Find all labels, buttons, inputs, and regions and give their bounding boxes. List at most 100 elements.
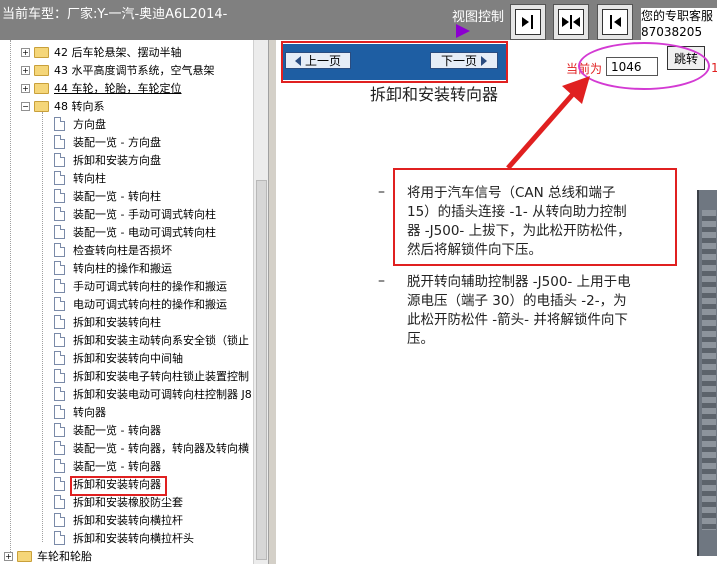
- nav-annotation-box: [281, 41, 508, 83]
- tree-item[interactable]: 拆卸和安装转向横拉杆头: [54, 529, 194, 547]
- tree-item[interactable]: 拆卸和安装电动可调转向柱控制器 J8: [54, 385, 252, 403]
- tree-item[interactable]: + 车轮和轮胎: [4, 547, 92, 565]
- expand-icon[interactable]: +: [4, 551, 13, 561]
- tree-item-label: 电动可调式转向柱的操作和搬运: [73, 298, 227, 311]
- tree-item-label: 42 后车轮悬架、摆动半轴: [54, 46, 182, 59]
- tree-item-label: 拆卸和安装电子转向柱锁止装置控制: [73, 370, 249, 383]
- tree-scrollbar[interactable]: [253, 40, 268, 564]
- bullet-marker: –: [378, 184, 385, 200]
- document-icon: [54, 243, 65, 257]
- step-annotation-box: [393, 168, 677, 266]
- document-icon: [54, 441, 65, 455]
- document-icon: [54, 387, 65, 401]
- tree-item[interactable]: 拆卸和安装转向柱: [54, 313, 161, 331]
- tree-item-label: 转向柱的操作和搬运: [73, 262, 172, 275]
- document-icon: [54, 459, 65, 473]
- tree-scrollbar-thumb[interactable]: [256, 180, 267, 560]
- tree-item-label: 43 水平高度调节系统，空气悬架: [54, 64, 215, 77]
- collapse-icon[interactable]: −: [21, 101, 30, 111]
- tree-item-label: 拆卸和安装转向柱: [73, 316, 161, 329]
- tree-item[interactable]: 装配一览 - 电动可调式转向柱: [54, 223, 216, 241]
- document-icon: [54, 405, 65, 419]
- support-line-1: 您的专职客服: [641, 9, 714, 23]
- document-icon: [54, 315, 65, 329]
- tree-item-label: 装配一览 - 转向柱: [73, 190, 161, 203]
- tree-item-label: 44 车轮，轮胎，车轮定位: [54, 82, 182, 95]
- expand-icon[interactable]: +: [21, 83, 30, 93]
- tree-item[interactable]: 装配一览 - 转向器: [54, 421, 161, 439]
- tree-item-label: 装配一览 - 电动可调式转向柱: [73, 226, 216, 239]
- arrows-inward-icon: [562, 15, 580, 29]
- tree-item[interactable]: 转向柱的操作和搬运: [54, 259, 172, 277]
- stray-red-text: 1: [711, 61, 717, 75]
- tree-item[interactable]: 拆卸和安装转向中间轴: [54, 349, 183, 367]
- tree-item[interactable]: +42 后车轮悬架、摆动半轴: [21, 43, 182, 61]
- tree-guide-line: [42, 112, 43, 542]
- document-icon: [54, 153, 65, 167]
- document-icon: [54, 135, 65, 149]
- view-collapse-right-button[interactable]: [597, 4, 633, 40]
- annotation-arrow-icon: [506, 76, 590, 170]
- tree-item-label: 装配一览 - 手动可调式转向柱: [73, 208, 216, 221]
- tree-item-label: 拆卸和安装转向中间轴: [73, 352, 183, 365]
- view-control-arrow-icon: [456, 24, 470, 38]
- tree-item-label: 转向柱: [73, 172, 106, 185]
- document-icon: [54, 207, 65, 221]
- tree-item[interactable]: − 48 转向系: [21, 97, 105, 115]
- tree-item[interactable]: 拆卸和安装方向盘: [54, 151, 161, 169]
- tree-item[interactable]: 拆卸和安装转向横拉杆: [54, 511, 183, 529]
- document-icon: [54, 531, 65, 545]
- tree-item-label: 拆卸和安装电动可调转向柱控制器 J8: [73, 388, 252, 401]
- tree-item-label: 拆卸和安装转向横拉杆: [73, 514, 183, 527]
- tree-item-label: 检查转向柱是否损坏: [73, 244, 172, 257]
- tree-item-label: 拆卸和安装橡胶防尘套: [73, 496, 183, 509]
- tree-item-label: 装配一览 - 转向器: [73, 424, 161, 437]
- folder-icon: [34, 46, 49, 58]
- document-icon: [54, 495, 65, 509]
- view-split-button[interactable]: [553, 4, 589, 40]
- tree-item[interactable]: 拆卸和安装主动转向系安全锁（锁止: [54, 331, 249, 349]
- tree-item[interactable]: 检查转向柱是否损坏: [54, 241, 172, 259]
- tree-item[interactable]: 装配一览 - 方向盘: [54, 133, 161, 151]
- tree-item[interactable]: 装配一览 - 手动可调式转向柱: [54, 205, 216, 223]
- step-2-line: 脱开转向辅助控制器 -J500- 上用于电: [407, 274, 631, 290]
- document-icon: [54, 189, 65, 203]
- expand-icon[interactable]: +: [21, 65, 30, 75]
- step-2-line: 压。: [407, 331, 434, 347]
- tree-guide-line: [10, 40, 11, 560]
- pane-splitter[interactable]: [268, 40, 276, 564]
- document-icon: [54, 261, 65, 275]
- tree-item-label: 装配一览 - 转向器: [73, 460, 161, 473]
- tree-item[interactable]: +43 水平高度调节系统，空气悬架: [21, 61, 215, 79]
- tree-item[interactable]: 手动可调式转向柱的操作和搬运: [54, 277, 227, 295]
- support-contact: 您的专职客服 87038205: [641, 8, 717, 40]
- tree-item[interactable]: 转向器: [54, 403, 106, 421]
- tree-item[interactable]: 方向盘: [54, 115, 106, 133]
- tree-item[interactable]: 电动可调式转向柱的操作和搬运: [54, 295, 227, 313]
- instruction-step-2: 脱开转向辅助控制器 -J500- 上用于电 源电压（端子 30）的电插头 -2-…: [407, 273, 631, 349]
- view-collapse-left-button[interactable]: [510, 4, 546, 40]
- document-icon: [54, 369, 65, 383]
- tree-item[interactable]: 转向柱: [54, 169, 106, 187]
- tree-item-label: 48 转向系: [54, 100, 105, 113]
- folder-icon: [34, 82, 49, 94]
- tree-item-label: 转向器: [73, 406, 106, 419]
- tree-item-label: 拆卸和安装主动转向系安全锁（锁止: [73, 334, 249, 347]
- tree-item-label: 装配一览 - 转向器，转向器及转向横: [73, 442, 249, 455]
- tree-item-label: 手动可调式转向柱的操作和搬运: [73, 280, 227, 293]
- document-icon: [54, 297, 65, 311]
- tree-item[interactable]: 装配一览 - 转向器: [54, 457, 161, 475]
- tree-item[interactable]: 拆卸和安装电子转向柱锁止装置控制: [54, 367, 249, 385]
- document-icon: [54, 351, 65, 365]
- folder-icon: [34, 100, 49, 112]
- support-line-2: 87038205: [641, 25, 703, 39]
- selected-item-highlight: [70, 476, 167, 496]
- tree-item-label: 方向盘: [73, 118, 106, 131]
- tree-item[interactable]: 装配一览 - 转向器，转向器及转向横: [54, 439, 249, 457]
- view-control-label: 视图控制: [452, 10, 505, 25]
- top-bar: 当前车型：厂家:Y-一汽-奥迪A6L2014- 视图控制 您的专职客服 8703…: [0, 0, 717, 40]
- tree-item[interactable]: +44 车轮，轮胎，车轮定位: [21, 79, 182, 97]
- expand-icon[interactable]: +: [21, 47, 30, 57]
- step-2-line: 源电压（端子 30）的电插头 -2-，为: [407, 293, 627, 309]
- tree-item[interactable]: 装配一览 - 转向柱: [54, 187, 161, 205]
